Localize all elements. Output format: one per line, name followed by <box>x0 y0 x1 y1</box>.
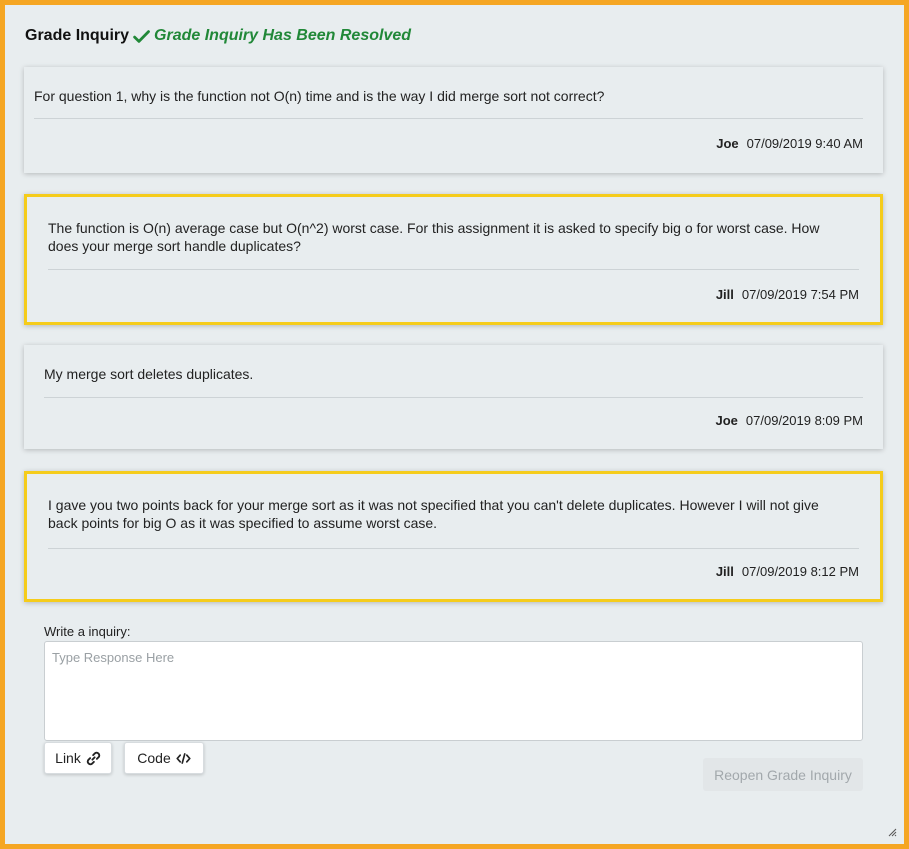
inquiry-response-input[interactable] <box>44 641 863 741</box>
message-timestamp: 07/09/2019 7:54 PM <box>741 287 859 302</box>
message-card: The function is O(n) average case but O(… <box>24 194 883 325</box>
compose-label: Write a inquiry: <box>44 624 131 639</box>
message-divider <box>44 397 863 398</box>
resize-grip-icon[interactable] <box>887 827 897 837</box>
link-button-label: Link <box>55 750 81 766</box>
message-card: I gave you two points back for your merg… <box>24 471 883 602</box>
inquiry-header: Grade Inquiry Grade Inquiry Has Been Res… <box>25 27 411 45</box>
message-timestamp: 07/09/2019 8:09 PM <box>745 413 863 428</box>
message-author: Joe <box>716 136 739 151</box>
link-icon <box>86 751 101 765</box>
message-meta: Joe 07/09/2019 8:09 PM <box>716 412 864 430</box>
message-author: Jill <box>715 287 734 302</box>
message-author: Jill <box>715 564 734 579</box>
grade-inquiry-panel: Grade Inquiry Grade Inquiry Has Been Res… <box>0 0 909 849</box>
message-body: For question 1, why is the function not … <box>34 88 605 104</box>
resolved-status: Grade Inquiry Has Been Resolved <box>154 27 412 44</box>
message-body: The function is O(n) average case but O(… <box>48 220 820 254</box>
message-card: My merge sort deletes duplicates. Joe 07/… <box>24 345 883 449</box>
message-divider <box>34 118 863 119</box>
message-author: Joe <box>715 413 738 428</box>
message-divider <box>48 269 859 270</box>
reopen-grade-inquiry-button[interactable]: Reopen Grade Inquiry <box>703 758 863 791</box>
message-meta: Joe 07/09/2019 9:40 AM <box>716 135 863 153</box>
insert-code-button[interactable]: Code <box>124 742 204 774</box>
message-meta: Jill 07/09/2019 8:12 PM <box>716 563 859 581</box>
insert-link-button[interactable]: Link <box>44 742 112 774</box>
message-divider <box>48 548 859 549</box>
message-body: I gave you two points back for your merg… <box>48 497 819 531</box>
message-card: For question 1, why is the function not … <box>24 67 883 173</box>
message-timestamp: 07/09/2019 8:12 PM <box>741 564 859 579</box>
check-icon <box>133 29 150 43</box>
message-body: My merge sort deletes duplicates. <box>44 366 254 382</box>
code-button-label: Code <box>137 750 171 766</box>
message-timestamp: 07/09/2019 9:40 AM <box>746 136 863 151</box>
inquiry-title: Grade Inquiry <box>25 27 130 44</box>
message-meta: Jill 07/09/2019 7:54 PM <box>716 286 859 304</box>
code-icon <box>176 752 191 764</box>
